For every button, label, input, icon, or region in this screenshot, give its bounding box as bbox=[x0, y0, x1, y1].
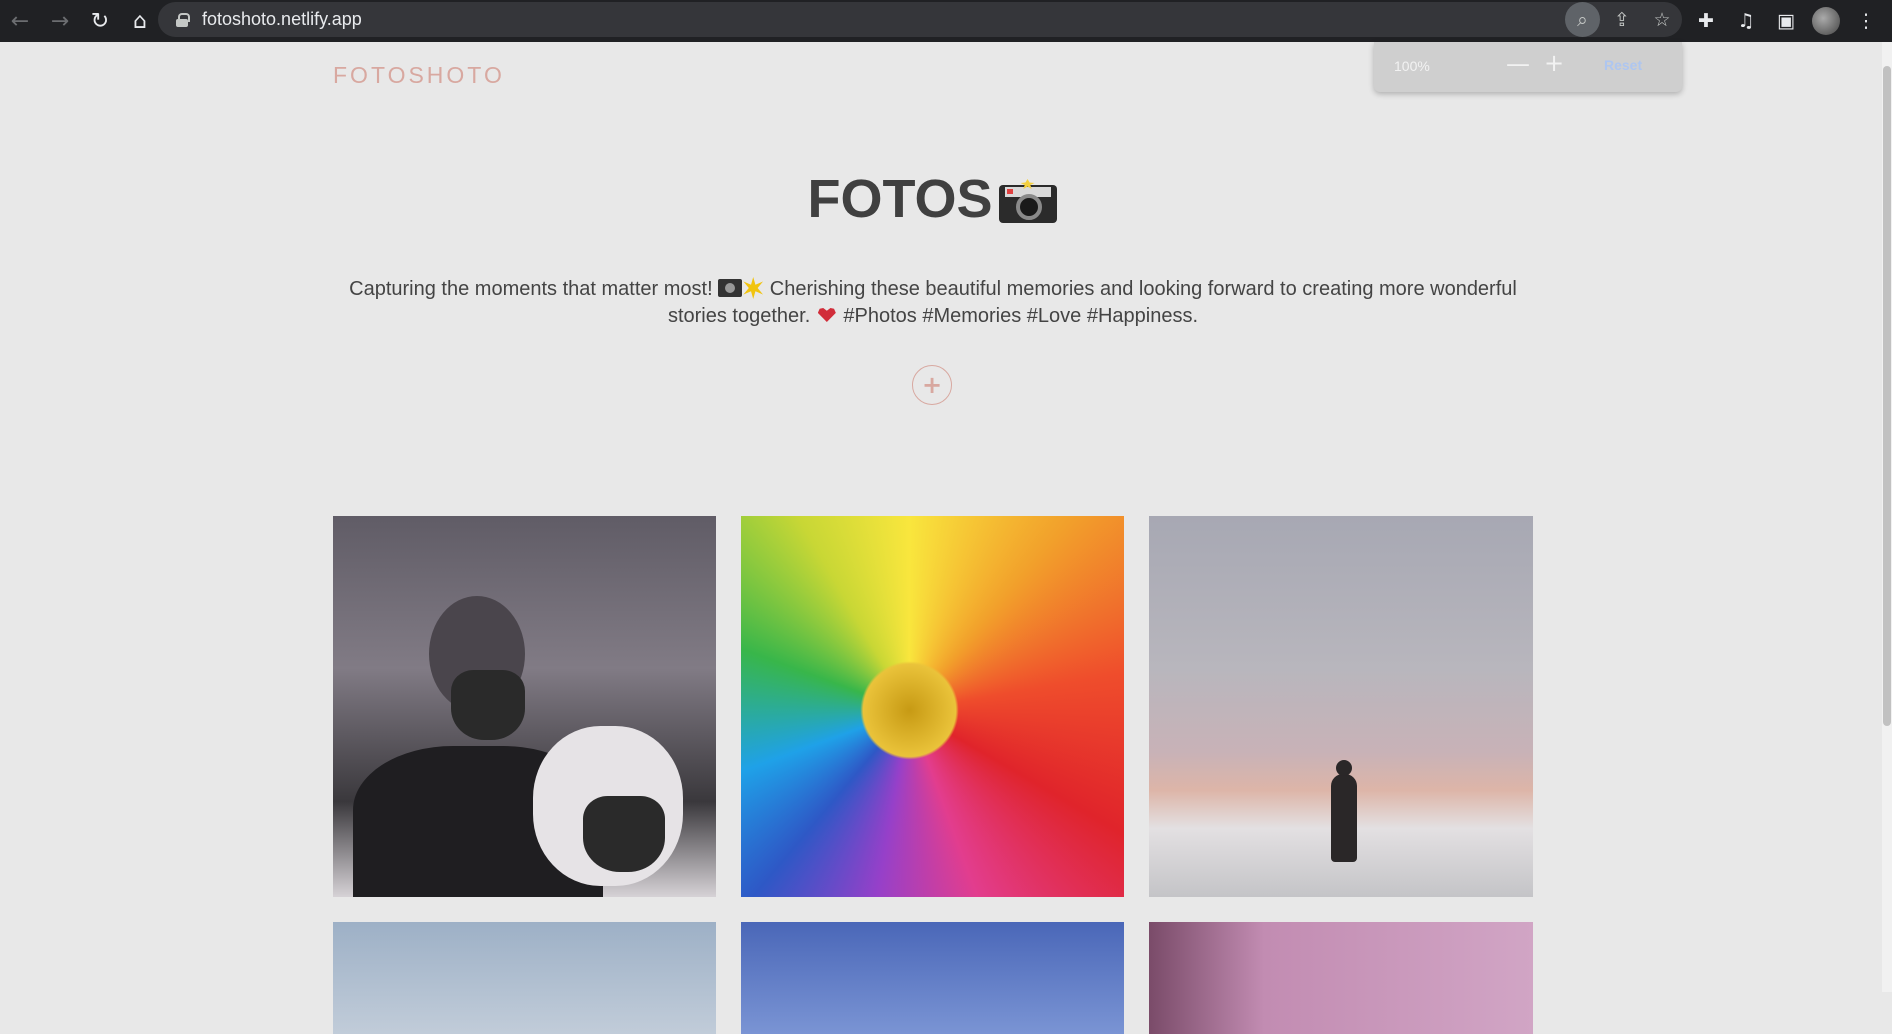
scrollbar-thumb[interactable] bbox=[1883, 66, 1891, 726]
photo-pink[interactable] bbox=[1149, 922, 1533, 1034]
heart-icon bbox=[816, 306, 838, 324]
home-icon[interactable]: ⌂ bbox=[120, 0, 160, 42]
zoom-icon[interactable]: ⌕ bbox=[1565, 2, 1600, 37]
page-content: FOTOSHOTO FOTOS Capturing the moments th… bbox=[0, 42, 1882, 1034]
camera-flash-icon bbox=[998, 179, 1057, 223]
page-scrollbar[interactable] bbox=[1882, 42, 1892, 992]
desc-part-1: Capturing the moments that matter most! bbox=[349, 278, 713, 300]
star-icon[interactable]: ☆ bbox=[1642, 2, 1682, 37]
zoom-reset-button[interactable]: Reset bbox=[1604, 57, 1642, 73]
zoom-in-button[interactable]: + bbox=[1544, 49, 1564, 77]
add-photo-button[interactable]: + bbox=[912, 365, 952, 405]
avatar bbox=[1812, 7, 1840, 35]
page-title: FOTOS bbox=[0, 168, 1864, 230]
zoom-out-button[interactable]: — bbox=[1506, 50, 1530, 78]
reload-icon[interactable]: ↻ bbox=[80, 0, 120, 42]
back-icon[interactable]: ← bbox=[0, 0, 40, 42]
share-icon[interactable]: ⇪ bbox=[1602, 2, 1642, 37]
photo-sea[interactable] bbox=[741, 922, 1124, 1034]
desc-hashtags: #Photos #Memories #Love #Happiness. bbox=[843, 305, 1199, 327]
photo-man-with-dog[interactable] bbox=[333, 516, 716, 897]
zoom-popup: 100% — + Reset bbox=[1374, 42, 1682, 92]
camera-icon bbox=[718, 279, 743, 297]
url-text[interactable]: fotoshoto.netlify.app bbox=[202, 9, 362, 30]
forward-icon[interactable]: → bbox=[40, 0, 80, 42]
extensions-icon[interactable]: ✚ bbox=[1686, 0, 1726, 42]
media-icon[interactable]: ♫ bbox=[1726, 0, 1766, 42]
sidepanel-icon[interactable]: ▣ bbox=[1766, 0, 1806, 42]
photo-rainbow-flower[interactable] bbox=[741, 516, 1124, 897]
photo-sky[interactable] bbox=[333, 922, 716, 1034]
menu-icon[interactable]: ⋮ bbox=[1846, 0, 1886, 42]
address-bar[interactable]: fotoshoto.netlify.app ⌕ ⇪ ☆ bbox=[158, 2, 1682, 37]
browser-toolbar: ← → ↻ ⌂ fotoshoto.netlify.app ⌕ ⇪ ☆ ✚ ♫ … bbox=[0, 0, 1892, 42]
page-title-text: FOTOS bbox=[807, 169, 993, 229]
hero-description: Capturing the moments that matter most! … bbox=[340, 276, 1526, 330]
sparkle-icon bbox=[743, 277, 764, 299]
zoom-level: 100% bbox=[1394, 58, 1430, 74]
site-brand[interactable]: FOTOSHOTO bbox=[333, 62, 505, 89]
profile-avatar[interactable] bbox=[1806, 0, 1846, 42]
lock-icon[interactable] bbox=[176, 12, 190, 27]
photo-person-above-clouds[interactable] bbox=[1149, 516, 1533, 897]
